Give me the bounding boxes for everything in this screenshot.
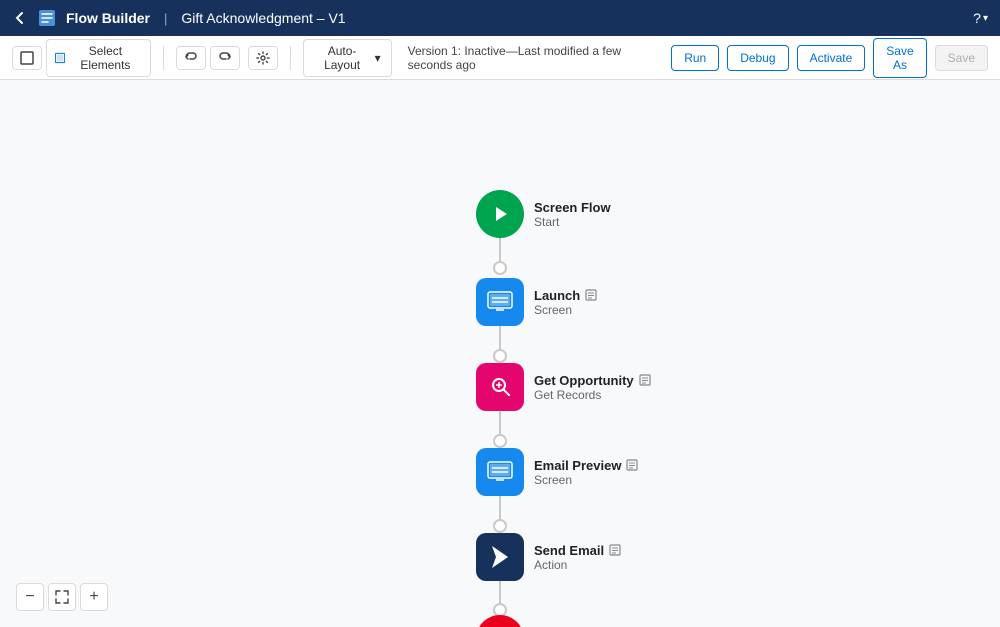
email-preview-note-icon <box>626 459 638 471</box>
save-button[interactable]: Save <box>935 45 988 71</box>
zoom-fit-button[interactable] <box>48 583 76 611</box>
select-elements-button[interactable]: Select Elements <box>46 39 151 77</box>
save-as-button[interactable]: Save As <box>873 38 926 78</box>
zoom-out-button[interactable]: − <box>16 583 44 611</box>
help-button[interactable]: ? ▾ <box>973 10 988 26</box>
node-launch-subtitle: Screen <box>534 303 597 317</box>
node-end[interactable]: End <box>476 615 559 627</box>
node-launch[interactable]: Launch Screen <box>476 278 597 326</box>
node-start-icon <box>476 190 524 238</box>
auto-layout-label: Auto-Layout <box>314 44 371 72</box>
get-opportunity-note-icon <box>639 374 651 386</box>
node-email-preview-subtitle: Screen <box>534 473 638 487</box>
node-send-email[interactable]: Send Email Action <box>476 533 621 581</box>
undo-button[interactable] <box>176 46 206 70</box>
launch-note-icon <box>585 289 597 301</box>
node-send-email-title: Send Email <box>534 543 621 558</box>
run-button[interactable]: Run <box>671 45 719 71</box>
header-separator: | <box>164 11 167 26</box>
auto-layout-button[interactable]: Auto-Layout ▾ <box>303 39 392 77</box>
redo-button[interactable] <box>210 46 240 70</box>
node-get-opportunity-subtitle: Get Records <box>534 388 651 402</box>
settings-button[interactable] <box>248 46 278 70</box>
toolbar-divider-1 <box>163 46 164 70</box>
node-get-opportunity-title: Get Opportunity <box>534 373 651 388</box>
select-elements-label: Select Elements <box>69 44 142 72</box>
status-text: Version 1: Inactive—Last modified a few … <box>408 44 664 72</box>
node-launch-title: Launch <box>534 288 597 303</box>
node-get-opportunity-icon <box>476 363 524 411</box>
app-header: Flow Builder | Gift Acknowledgment – V1 … <box>0 0 1000 36</box>
node-end-icon <box>476 615 524 627</box>
node-send-email-icon <box>476 533 524 581</box>
toolbar-right: Run Debug Activate Save As Save <box>671 38 988 78</box>
node-get-opportunity[interactable]: Get Opportunity Get Records <box>476 363 651 411</box>
node-launch-icon <box>476 278 524 326</box>
node-start[interactable]: Screen Flow Start <box>476 190 611 238</box>
toolbar-divider-2 <box>290 46 291 70</box>
node-start-subtitle: Start <box>534 215 611 229</box>
activate-button[interactable]: Activate <box>797 45 866 71</box>
node-get-opportunity-label: Get Opportunity Get Records <box>534 373 651 402</box>
node-email-preview-title: Email Preview <box>534 458 638 473</box>
node-email-preview[interactable]: Email Preview Screen <box>476 448 638 496</box>
node-start-label: Screen Flow Start <box>534 200 611 229</box>
back-button[interactable] <box>12 10 28 26</box>
node-email-preview-icon <box>476 448 524 496</box>
flow-builder-icon <box>38 9 56 27</box>
zoom-controls: − + <box>16 583 108 611</box>
node-email-preview-label: Email Preview Screen <box>534 458 638 487</box>
debug-button[interactable]: Debug <box>727 45 788 71</box>
app-name: Flow Builder <box>66 10 150 26</box>
toolbar-left: Select Elements <box>12 39 151 77</box>
toolbar-history <box>176 46 240 70</box>
toolbar: Select Elements Auto-Layout ▾ Version 1:… <box>0 36 1000 80</box>
node-start-title: Screen Flow <box>534 200 611 215</box>
node-send-email-label: Send Email Action <box>534 543 621 572</box>
flow-canvas: Screen Flow Start Launch <box>0 80 1000 627</box>
flow-title: Gift Acknowledgment – V1 <box>181 10 345 26</box>
zoom-in-button[interactable]: + <box>80 583 108 611</box>
auto-layout-caret: ▾ <box>375 51 381 65</box>
send-email-note-icon <box>609 544 621 556</box>
node-send-email-subtitle: Action <box>534 558 621 572</box>
canvas-toggle-button[interactable] <box>12 46 42 70</box>
node-launch-label: Launch Screen <box>534 288 597 317</box>
